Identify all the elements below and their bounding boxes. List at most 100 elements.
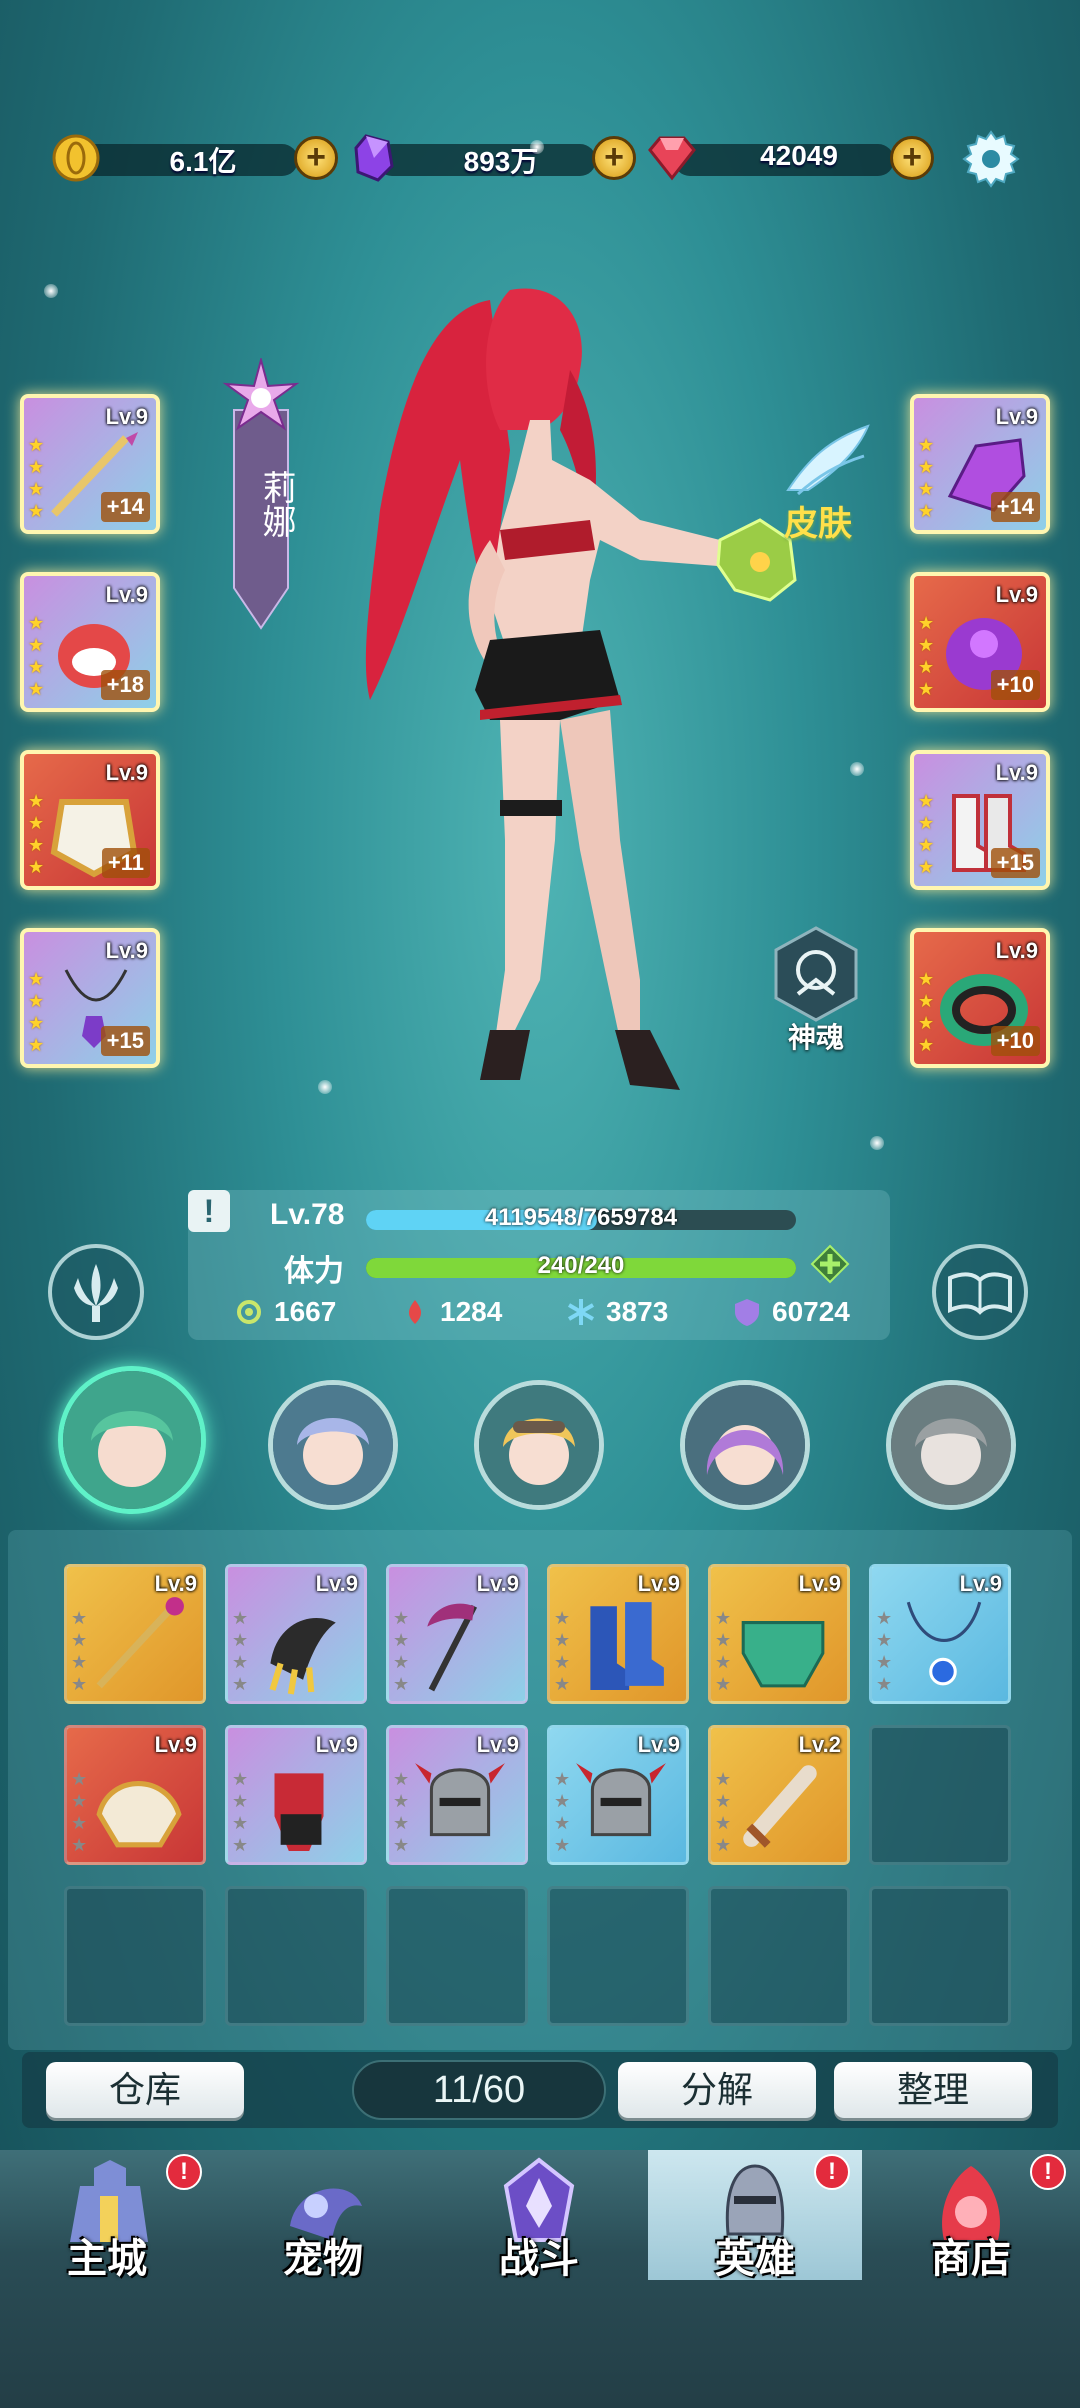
add-gem-button[interactable]: +: [890, 136, 934, 180]
nav-label: 主城: [67, 2237, 147, 2281]
attack-icon: [400, 1297, 430, 1327]
gold-value: 6.1亿: [169, 146, 237, 177]
inventory-action-bar: 仓库 11/60 分解 整理: [22, 2052, 1058, 2128]
equip-slot-left[interactable]: ★ ★ ★ ★ Lv.9 +14: [20, 394, 160, 534]
inventory-item[interactable]: ★ ★ ★ ★ Lv.9: [869, 1564, 1011, 1704]
equip-slot-left[interactable]: ★ ★ ★ ★ Lv.9 +11: [20, 750, 160, 890]
inventory-item[interactable]: ★ ★ ★ ★ Lv.9: [386, 1725, 528, 1865]
stat-value: 1667: [274, 1296, 337, 1327]
equip-slot-right[interactable]: ★ ★ ★ ★ Lv.9 +10: [910, 572, 1050, 712]
equip-slot-right[interactable]: ★ ★ ★ ★ Lv.9 +14: [910, 394, 1050, 534]
equip-slot-right[interactable]: ★ ★ ★ ★ Lv.9 +15: [910, 750, 1050, 890]
inventory-item[interactable]: ★ ★ ★ ★ Lv.9: [547, 1725, 689, 1865]
skin-wing-icon: [786, 424, 870, 496]
inventory-empty-slot: [869, 1725, 1011, 1865]
nav-tab[interactable]: 宠物: [216, 2150, 430, 2281]
slot-level: Lv.9: [105, 404, 148, 429]
notification-badge: !: [1030, 2154, 1066, 2190]
add-gold-button[interactable]: +: [294, 136, 338, 180]
inventory-item[interactable]: ★ ★ ★ ★ Lv.9: [547, 1564, 689, 1704]
star-rating: ★ ★ ★ ★: [232, 1608, 249, 1694]
hero-skill-button[interactable]: [48, 1244, 144, 1340]
inventory-item[interactable]: ★ ★ ★ ★ Lv.9: [386, 1564, 528, 1704]
decompose-button[interactable]: 分解: [618, 2062, 816, 2118]
add-crystal-button[interactable]: +: [592, 136, 636, 180]
inventory-item[interactable]: ★ ★ ★ ★ Lv.9: [64, 1725, 206, 1865]
nav-label: 商店: [931, 2237, 1011, 2281]
nav-tab[interactable]: 战斗: [432, 2150, 646, 2281]
slot-level: Lv.9: [995, 404, 1038, 429]
sparkle: [44, 284, 58, 298]
inventory-empty-slot: [708, 1886, 850, 2026]
warehouse-button[interactable]: 仓库: [46, 2062, 244, 2118]
item-level: Lv.2: [798, 1732, 841, 1757]
inventory-empty-slot: [386, 1886, 528, 2026]
info-alert-icon[interactable]: !: [188, 1190, 230, 1232]
enhance-level: +15: [100, 1026, 150, 1056]
inventory-panel: ★ ★ ★ ★ Lv.9 ★ ★ ★ ★ Lv.9 ★ ★ ★ ★ Lv.9 ★ ★ ★ ★ Lv.9 ★ ★ ★ ★ Lv.9…: [8, 1530, 1072, 2050]
inventory-empty-slot: [869, 1886, 1011, 2026]
hero-portrait[interactable]: [474, 1380, 604, 1510]
sort-button[interactable]: 整理: [834, 2062, 1032, 2118]
item-level: Lv.9: [637, 1732, 680, 1757]
add-stamina-icon[interactable]: [810, 1244, 850, 1284]
settings-gear-icon[interactable]: [958, 126, 1024, 192]
nav-tab[interactable]: 商店!: [864, 2150, 1078, 2281]
star-rating: ★ ★ ★ ★: [71, 1769, 88, 1855]
inventory-empty-slot: [64, 1886, 206, 2026]
hero-name: 莉娜: [257, 470, 295, 538]
snowflake-icon: [566, 1297, 596, 1327]
skin-label: 皮肤: [784, 505, 852, 543]
item-level: Lv.9: [637, 1571, 680, 1596]
scythe-icon: [427, 1603, 478, 1692]
shield-icon: [732, 1297, 762, 1327]
inventory-item[interactable]: ★ ★ ★ ★ Lv.2: [708, 1725, 850, 1865]
sword-icon: [743, 1765, 817, 1848]
notification-badge: !: [166, 2154, 202, 2190]
star-rating: ★ ★ ★ ★: [876, 1608, 893, 1694]
hero-portrait[interactable]: [886, 1380, 1016, 1510]
star-rating: ★ ★ ★ ★: [715, 1608, 732, 1694]
hero-book-button[interactable]: [932, 1244, 1028, 1340]
slot-level: Lv.9: [105, 582, 148, 607]
slot-level: Lv.9: [105, 938, 148, 963]
staff-icon: [96, 1597, 184, 1689]
inventory-item[interactable]: ★ ★ ★ ★ Lv.9: [225, 1564, 367, 1704]
nav-tab[interactable]: 主城!: [0, 2150, 214, 2281]
inventory-item[interactable]: ★ ★ ★ ★ Lv.9: [225, 1725, 367, 1865]
equip-slot-left[interactable]: ★ ★ ★ ★ Lv.9 +15: [20, 928, 160, 1068]
emblem-icon: [222, 356, 300, 436]
star-rating: ★ ★ ★ ★: [554, 1769, 571, 1855]
nav-tab[interactable]: 英雄!: [648, 2150, 862, 2281]
purple-crystal-icon: [346, 130, 402, 186]
inventory-item[interactable]: ★ ★ ★ ★ Lv.9: [64, 1564, 206, 1704]
star-rating: ★ ★ ★ ★: [918, 613, 935, 699]
skin-button[interactable]: 皮肤: [768, 420, 878, 543]
enhance-level: +14: [100, 492, 150, 522]
hero-portrait[interactable]: [680, 1380, 810, 1510]
enhance-level: +15: [990, 848, 1040, 878]
star-rating: ★ ★ ★ ★: [28, 435, 45, 521]
enhance-level: +18: [100, 670, 150, 700]
hero-portrait[interactable]: [268, 1380, 398, 1510]
nav-label: 英雄: [715, 2237, 795, 2281]
blue-boots-icon: [590, 1602, 664, 1690]
nav-label: 宠物: [283, 2237, 363, 2281]
stat-value: 60724: [772, 1296, 850, 1327]
sparkle: [530, 140, 544, 154]
book-icon: [948, 1272, 1012, 1315]
blue-hair-girl-icon: [273, 1385, 393, 1505]
stat-ice: 3873: [566, 1296, 668, 1328]
star-rating: ★ ★ ★ ★: [715, 1769, 732, 1855]
inventory-item[interactable]: ★ ★ ★ ★ Lv.9: [708, 1564, 850, 1704]
gold-helm-icon: [96, 1781, 182, 1848]
blonde-goggles-girl-icon: [479, 1385, 599, 1505]
gem-value: 42049: [760, 140, 838, 171]
equip-slot-right[interactable]: ★ ★ ★ ★ Lv.9 +10: [910, 928, 1050, 1068]
sparkle: [850, 762, 864, 776]
stamina-label: 体力: [284, 1255, 344, 1288]
soul-button[interactable]: 神魂: [766, 924, 866, 1054]
claw-icon: [269, 1618, 336, 1695]
hero-portrait-selected[interactable]: [58, 1366, 206, 1514]
equip-slot-left[interactable]: ★ ★ ★ ★ Lv.9 +18: [20, 572, 160, 712]
